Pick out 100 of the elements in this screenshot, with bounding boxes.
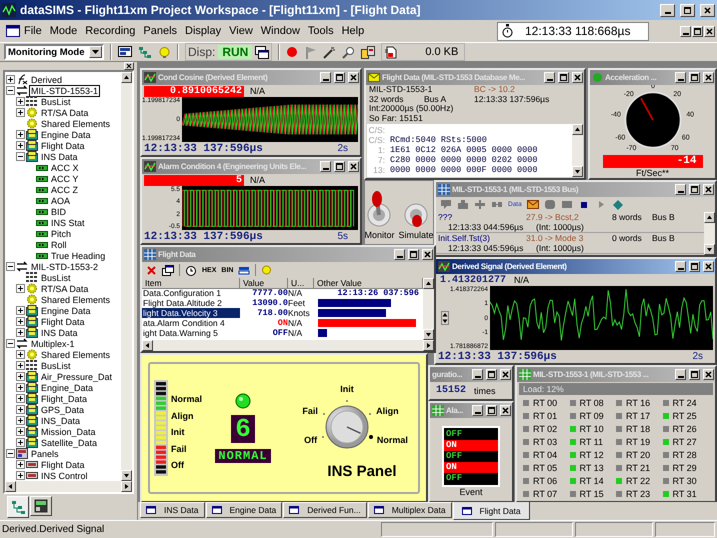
- scrollbar[interactable]: [572, 124, 583, 177]
- minimize-button[interactable]: [320, 72, 331, 83]
- tree-item[interactable]: INS Control: [39, 470, 90, 482]
- rotary-knob[interactable]: [324, 404, 370, 450]
- minimize-button[interactable]: [320, 161, 331, 172]
- scrollbar[interactable]: [142, 340, 434, 351]
- tree-item[interactable]: Shared Elements: [39, 348, 112, 360]
- tree-item[interactable]: MIL-STD-1553-1: [29, 84, 100, 96]
- scrollbar[interactable]: [423, 278, 434, 340]
- maximize-button[interactable]: [558, 72, 569, 83]
- minimize-button[interactable]: [472, 369, 483, 380]
- expand-toggle[interactable]: [6, 262, 14, 271]
- tree-item[interactable]: Satellite_Data: [39, 436, 100, 448]
- tree-item[interactable]: Engine Data: [39, 128, 93, 140]
- tree-item[interactable]: Pitch: [49, 228, 74, 240]
- tree-item[interactable]: Flight Data: [39, 140, 87, 152]
- pane-tab[interactable]: [30, 496, 52, 516]
- close-button[interactable]: [700, 4, 715, 16]
- maximize-button[interactable]: [689, 369, 700, 380]
- bulb-icon[interactable]: [158, 46, 171, 58]
- expand-toggle[interactable]: [16, 383, 24, 392]
- tree-item[interactable]: True Heading: [49, 250, 108, 262]
- maximize-button[interactable]: [408, 249, 419, 260]
- expand-toggle[interactable]: [16, 108, 24, 117]
- tree-item[interactable]: INS Stat: [49, 216, 87, 228]
- maximize-button[interactable]: [689, 261, 700, 272]
- minimize-button[interactable]: [675, 261, 686, 272]
- tree-item[interactable]: BusList: [39, 360, 73, 372]
- minimize-button[interactable]: [680, 26, 691, 36]
- tree-item[interactable]: BusList: [39, 272, 73, 284]
- column-header[interactable]: Other Value: [314, 278, 423, 289]
- minimize-button[interactable]: [675, 72, 686, 83]
- scrollbar[interactable]: [704, 212, 715, 255]
- expand-toggle[interactable]: [6, 75, 14, 84]
- menu-item[interactable]: Display: [181, 25, 226, 37]
- maximize-button[interactable]: [486, 369, 497, 380]
- tree-item[interactable]: Panels: [29, 448, 61, 460]
- tree-item[interactable]: Flight Data: [39, 316, 87, 328]
- tree-item[interactable]: INS Data: [39, 326, 80, 338]
- expand-toggle[interactable]: [16, 328, 24, 337]
- tree-item[interactable]: ACC X: [49, 162, 81, 174]
- expand-toggle[interactable]: [16, 372, 24, 381]
- expand-toggle[interactable]: [16, 471, 24, 480]
- window-tab[interactable]: Flight Data: [452, 502, 530, 520]
- minimize-button[interactable]: [394, 249, 405, 260]
- expand-toggle[interactable]: [16, 416, 24, 425]
- expand-toggle[interactable]: [16, 460, 24, 469]
- close-button[interactable]: [572, 72, 583, 83]
- scrollbar[interactable]: [5, 481, 132, 492]
- square-icon[interactable]: [560, 199, 573, 210]
- clock-icon[interactable]: [185, 264, 197, 276]
- envelope-icon[interactable]: [526, 199, 539, 210]
- menu-item[interactable]: Panels: [139, 25, 182, 37]
- mode-dropdown[interactable]: Monitoring Mode: [4, 44, 104, 60]
- close-button[interactable]: [500, 369, 511, 380]
- maximize-button[interactable]: [689, 184, 700, 195]
- tree-item[interactable]: Air_Pressure_Dat: [39, 370, 114, 382]
- expand-toggle[interactable]: [16, 394, 24, 403]
- drum-icon[interactable]: [544, 199, 556, 210]
- window-tab[interactable]: Engine Data: [206, 502, 282, 518]
- wand-icon[interactable]: [323, 46, 336, 58]
- expand-toggle[interactable]: [6, 86, 14, 95]
- close-button[interactable]: [124, 62, 134, 70]
- record-icon[interactable]: [286, 46, 298, 58]
- maximize-button[interactable]: [680, 4, 695, 16]
- expand-toggle[interactable]: [16, 306, 24, 315]
- connector-icon[interactable]: [491, 199, 503, 210]
- database-icon[interactable]: [361, 46, 376, 58]
- bulb-icon[interactable]: [261, 264, 272, 276]
- expand-toggle[interactable]: [16, 350, 24, 359]
- column-header[interactable]: Value: [240, 278, 288, 289]
- block-icon[interactable]: [457, 199, 469, 210]
- minimize-button[interactable]: [675, 184, 686, 195]
- flag-icon[interactable]: [238, 264, 250, 276]
- expand-toggle[interactable]: [16, 97, 24, 106]
- menu-item[interactable]: File: [20, 25, 46, 37]
- menu-item[interactable]: Mode: [46, 25, 82, 37]
- minimize-button[interactable]: [675, 369, 686, 380]
- tree-item[interactable]: ACC Z: [49, 184, 80, 196]
- tree-item[interactable]: Shared Elements: [39, 294, 112, 306]
- tree-item[interactable]: GPS_Data: [39, 404, 86, 416]
- tree-item[interactable]: Shared Elements: [39, 118, 112, 130]
- close-button[interactable]: [500, 405, 511, 416]
- tree-item[interactable]: Mission_Data: [39, 426, 98, 438]
- tree-item[interactable]: Flight_Data: [39, 392, 90, 404]
- expand-toggle[interactable]: [16, 141, 24, 150]
- tree-item[interactable]: INS_Data: [39, 414, 82, 426]
- maximize-button[interactable]: [334, 161, 345, 172]
- menu-item[interactable]: View: [225, 25, 257, 37]
- tree-item[interactable]: Derived: [29, 74, 64, 86]
- tree-item[interactable]: Engine_Data: [39, 382, 96, 394]
- search-icon[interactable]: [342, 46, 356, 58]
- expand-toggle[interactable]: [16, 361, 24, 370]
- expand-toggle[interactable]: [6, 339, 14, 348]
- tree-item[interactable]: RT/SA Data: [39, 282, 90, 294]
- window-tab[interactable]: INS Data: [140, 502, 204, 518]
- expand-toggle[interactable]: [16, 284, 24, 293]
- scrollbar[interactable]: [121, 72, 132, 481]
- split-icon[interactable]: [474, 199, 486, 210]
- chat-icon[interactable]: [440, 199, 452, 210]
